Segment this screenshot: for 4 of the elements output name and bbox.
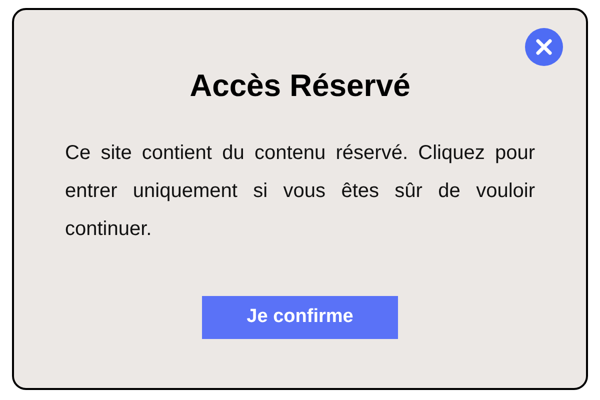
confirm-button[interactable]: Je confirme xyxy=(202,296,398,339)
dialog-title: Accès Réservé xyxy=(190,67,410,105)
close-icon[interactable] xyxy=(525,28,563,66)
dialog-message: Ce site contient du contenu réservé. Cliquez pour entrer uniquement si vous êtes sûr de vouloir continuer. xyxy=(65,141,535,242)
